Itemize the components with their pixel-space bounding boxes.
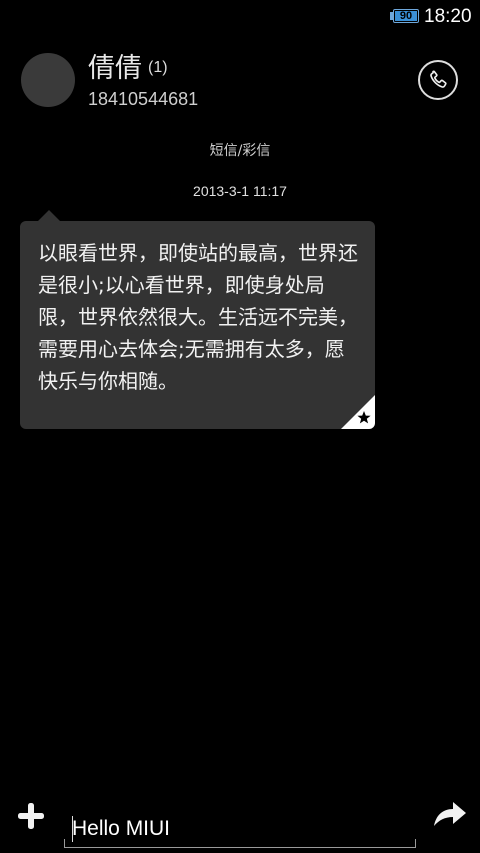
add-attachment-button[interactable] (15, 800, 47, 832)
status-bar: 90 18:20 (0, 0, 480, 34)
input-edge-left (64, 839, 65, 848)
star-icon (341, 395, 375, 429)
status-clock: 18:20 (424, 6, 472, 27)
message-type-label: 短信/彩信 (209, 143, 271, 159)
phone-icon (430, 70, 447, 88)
send-arrow-icon (434, 802, 466, 826)
message-timestamp: 2013-3-1 11:17 (193, 183, 287, 199)
message-bubble[interactable]: 以眼看世界，即使站的最高，世界还是很小;以心看世界，即使身处局限，世界依然很大。… (20, 221, 375, 429)
battery-icon: 90 (393, 9, 419, 23)
unread-count: (1) (148, 59, 168, 76)
input-edge-right (415, 839, 416, 848)
contact-number: 18410544681 (88, 89, 199, 109)
send-button[interactable] (432, 798, 468, 830)
bubble-tail (38, 210, 60, 221)
avatar[interactable] (21, 53, 75, 107)
plus-icon (18, 803, 44, 829)
message-input[interactable] (64, 810, 416, 848)
call-button[interactable] (418, 60, 458, 100)
contact-name: 倩倩 (88, 53, 142, 84)
text-caret (72, 816, 73, 842)
battery-level-text: 90 (399, 10, 413, 22)
message-text: 以眼看世界，即使站的最高，世界还是很小;以心看世界，即使身处局限，世界依然很大。… (38, 241, 358, 393)
